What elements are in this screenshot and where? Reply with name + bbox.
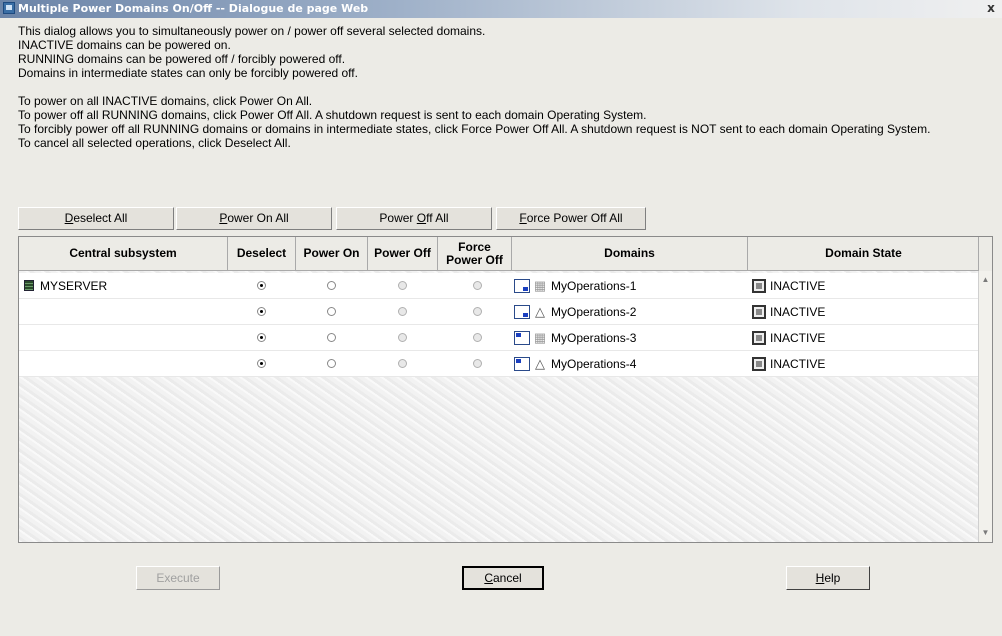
subsystem-name: MYSERVER	[40, 278, 108, 293]
power-off-radio[interactable]	[398, 307, 407, 316]
domain-icon	[514, 330, 530, 345]
instruction-line: INACTIVE domains can be powered on.	[18, 38, 231, 52]
force-power-off-radio[interactable]	[473, 281, 482, 290]
instruction-line: To cancel all selected operations, click…	[18, 136, 291, 150]
domain-state: INACTIVE	[770, 356, 826, 371]
execute-button[interactable]: Execute	[136, 566, 220, 590]
instructions: This dialog allows you to simultaneously…	[18, 24, 988, 150]
domain-name: MyOperations-3	[551, 330, 637, 345]
power-on-all-button[interactable]: Power On All	[176, 207, 332, 230]
vertical-scrollbar[interactable]: ▲ ▼	[978, 237, 992, 542]
scroll-down-icon[interactable]: ▼	[979, 526, 992, 540]
windows-icon: ▦	[533, 329, 547, 345]
title-bar[interactable]: Multiple Power Domains On/Off -- Dialogu…	[0, 0, 1002, 18]
power-on-radio[interactable]	[327, 333, 336, 342]
domains-table: Central subsystem Deselect Power On Powe…	[18, 236, 993, 543]
column-header-domains[interactable]: Domains	[512, 237, 748, 271]
windows-icon: ▦	[533, 277, 547, 293]
instruction-line: This dialog allows you to simultaneously…	[18, 24, 486, 38]
column-header-domain-state[interactable]: Domain State	[748, 237, 980, 271]
column-header-power-on[interactable]: Power On	[296, 237, 368, 271]
domain-name: MyOperations-4	[551, 356, 637, 371]
deselect-radio[interactable]	[257, 281, 266, 290]
domain-icon	[514, 278, 530, 293]
instruction-line: Domains in intermediate states can only …	[18, 66, 358, 80]
deselect-radio[interactable]	[257, 359, 266, 368]
column-header-power-off[interactable]: Power Off	[368, 237, 438, 271]
power-off-radio[interactable]	[398, 359, 407, 368]
instruction-line: To forcibly power off all RUNNING domain…	[18, 122, 931, 136]
domain-state: INACTIVE	[770, 330, 826, 345]
scroll-up-icon[interactable]: ▲	[979, 273, 992, 287]
power-on-radio[interactable]	[327, 281, 336, 290]
server-icon	[24, 280, 34, 291]
column-header-central-subsystem[interactable]: Central subsystem	[19, 237, 228, 271]
force-power-off-radio[interactable]	[473, 307, 482, 316]
table-row[interactable]: ▦ MyOperations-3 INACTIVE	[19, 325, 979, 351]
column-header-deselect[interactable]: Deselect	[228, 237, 296, 271]
table-header: Central subsystem Deselect Power On Powe…	[19, 237, 992, 271]
deselect-radio[interactable]	[257, 307, 266, 316]
power-off-radio[interactable]	[398, 333, 407, 342]
power-off-all-button[interactable]: Power Off All	[336, 207, 492, 230]
instruction-line: To power on all INACTIVE domains, click …	[18, 94, 313, 108]
domain-name: MyOperations-2	[551, 304, 637, 319]
table-row[interactable]: △ MyOperations-4 INACTIVE	[19, 351, 979, 377]
power-on-radio[interactable]	[327, 359, 336, 368]
instruction-line: RUNNING domains can be powered off / for…	[18, 52, 346, 66]
column-header-force-power-off[interactable]: Force Power Off	[438, 237, 512, 271]
force-power-off-radio[interactable]	[473, 333, 482, 342]
domain-icon	[514, 356, 530, 371]
domain-icon	[514, 304, 530, 319]
cancel-button[interactable]: Cancel	[462, 566, 544, 590]
web-page-icon	[3, 2, 15, 14]
domain-name: MyOperations-1	[551, 278, 637, 293]
power-on-radio[interactable]	[327, 307, 336, 316]
power-off-radio[interactable]	[398, 281, 407, 290]
domain-state-icon	[752, 278, 766, 293]
domain-state: INACTIVE	[770, 278, 826, 293]
help-button[interactable]: Help	[786, 566, 870, 590]
deselect-radio[interactable]	[257, 333, 266, 342]
domain-state-icon	[752, 330, 766, 345]
force-power-off-all-button[interactable]: Force Power Off All	[496, 207, 646, 230]
linux-penguin-icon: △	[535, 355, 545, 371]
force-power-off-radio[interactable]	[473, 359, 482, 368]
linux-penguin-icon: △	[535, 303, 545, 319]
domain-state-icon	[752, 356, 766, 371]
instruction-line: To power off all RUNNING domains, click …	[18, 108, 647, 122]
power-domains-dialog: Multiple Power Domains On/Off -- Dialogu…	[0, 0, 1002, 636]
deselect-all-button[interactable]: Deselect All	[18, 207, 174, 230]
table-row[interactable]: MYSERVER ▦ MyOperations-1 INACTIVE	[19, 273, 979, 299]
window-title: Multiple Power Domains On/Off -- Dialogu…	[18, 2, 369, 15]
domain-state: INACTIVE	[770, 304, 826, 319]
close-icon[interactable]: x	[983, 1, 999, 16]
domain-state-icon	[752, 304, 766, 319]
table-row[interactable]: △ MyOperations-2 INACTIVE	[19, 299, 979, 325]
